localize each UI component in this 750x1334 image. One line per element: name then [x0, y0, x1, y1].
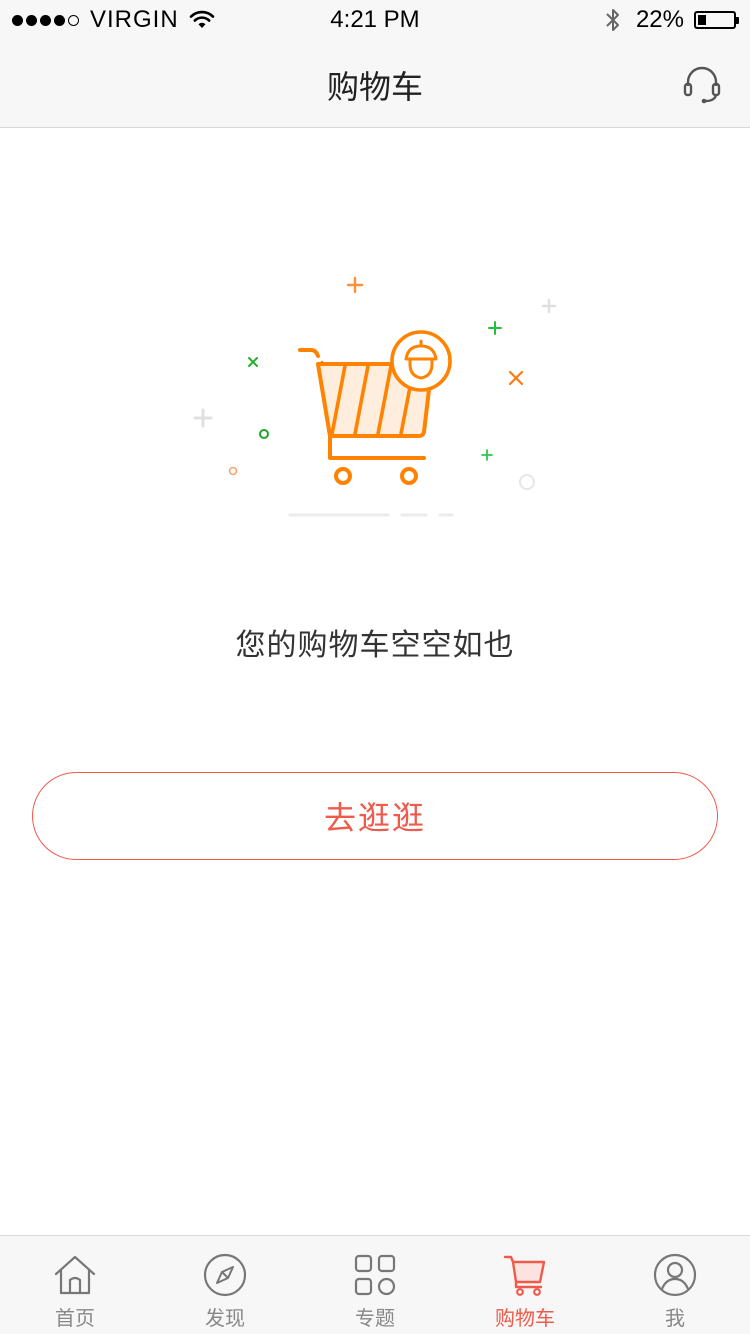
go-shopping-label: 去逛逛 — [323, 799, 426, 837]
empty-cart-illustration — [193, 276, 557, 517]
tab-discover-label: 发现 — [205, 1306, 245, 1330]
battery-level — [698, 15, 707, 25]
tab-me-label: 我 — [665, 1306, 685, 1330]
headset-icon[interactable] — [682, 64, 722, 104]
tab-bar: 首页 发现 专题 购物车 我 — [0, 1235, 750, 1334]
tab-home-label: 首页 — [55, 1306, 95, 1330]
tab-topics[interactable]: 专题 — [300, 1236, 450, 1334]
empty-cart-message: 您的购物车空空如也 — [235, 628, 515, 663]
page-title: 购物车 — [326, 68, 423, 106]
profile-icon — [653, 1253, 697, 1297]
status-right: 22% — [604, 5, 739, 35]
home-icon — [54, 1255, 96, 1295]
tab-cart-label: 购物车 — [495, 1306, 555, 1330]
go-shopping-button[interactable]: 去逛逛 — [32, 772, 718, 860]
battery-icon — [694, 11, 739, 29]
shopping-cart-icon — [298, 330, 452, 485]
tab-discover[interactable]: 发现 — [150, 1236, 300, 1334]
battery-percent: 22% — [635, 6, 684, 33]
status-bar: VIRGIN 4:21 PM 22% — [0, 0, 750, 40]
compass-icon — [203, 1253, 247, 1297]
tab-topics-label: 专题 — [355, 1306, 395, 1330]
cart-icon — [503, 1255, 546, 1296]
tab-home[interactable]: 首页 — [0, 1236, 150, 1334]
tab-cart[interactable]: 购物车 — [450, 1236, 600, 1334]
grid-icon — [354, 1254, 396, 1296]
bluetooth-icon — [606, 9, 619, 31]
nav-bar: 购物车 — [0, 40, 750, 128]
tab-me[interactable]: 我 — [600, 1236, 750, 1334]
